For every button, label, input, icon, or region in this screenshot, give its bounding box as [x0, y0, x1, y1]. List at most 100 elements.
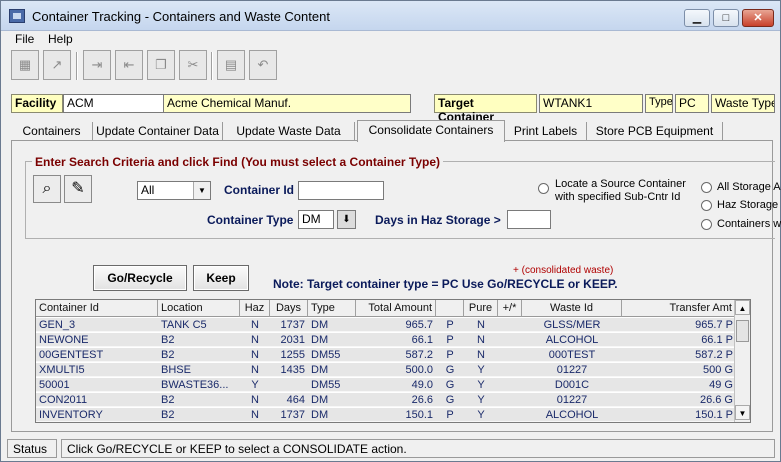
col-transfer-amt-cell: 26.6 G [699, 394, 733, 406]
table-row[interactable]: INVENTORY B2 N 1737 DM 150.1 P Y ALCOHOL 150.1 P [36, 408, 736, 422]
col-pure-cell: Y [477, 409, 485, 421]
col-transfer-amt-header[interactable]: Transfer Amt [622, 300, 736, 317]
close-button[interactable]: ✕ [742, 9, 774, 27]
maximize-button[interactable]: □ [713, 9, 739, 27]
col-container-id-cell: XMULTI5 [39, 364, 85, 376]
days-in-haz-storage-input[interactable] [507, 210, 551, 229]
binoculars-icon[interactable]: ⌕ [33, 175, 61, 203]
col-total-amount-cell: 150.1 [405, 409, 433, 421]
table-row[interactable]: GEN_3 TANK C5 N 1737 DM 965.7 P N GLSS/MER 965.7 … [36, 318, 736, 332]
scroll-up-icon[interactable]: ▲ [735, 300, 750, 315]
haz-storage-radio[interactable] [701, 200, 712, 211]
undo-icon[interactable]: ↶ [249, 50, 277, 80]
cut-icon[interactable]: ✂ [179, 50, 207, 80]
table-row[interactable]: XMULTI5 BHSE N 1435 DM 500.0 G Y 01227 500 G [36, 363, 736, 377]
target-type-note: Note: Target container type = PC Use Go/… [273, 277, 618, 291]
facility-label: Facility [11, 94, 63, 113]
col-days-cell: 1737 [280, 319, 305, 331]
col-days-cell [270, 378, 308, 392]
all-storage-radio[interactable] [701, 182, 712, 193]
form-icon[interactable]: ▤ [217, 50, 245, 80]
source-containers-grid[interactable]: Container Id Location Haz Days Type Total Amo… [35, 299, 751, 423]
toolbar-separator [76, 52, 78, 80]
table-row[interactable]: NEWONE B2 N 2031 DM 66.1 P N ALCOHOL 66.1 P [36, 333, 736, 347]
arrow-icon[interactable]: ↗ [43, 50, 71, 80]
title-bar: Container Tracking - Containers and Wast… [1, 1, 780, 31]
col-waste-id-cell: ALCOHOL [545, 334, 599, 346]
table-row[interactable]: 00GENTEST B2 N 1255 DM55 587.2 P N 000TEST 587.2 … [36, 348, 736, 362]
col-pure-cell: Y [477, 379, 485, 391]
col-total-amount-cell: 965.7 [405, 319, 433, 331]
col-container-id-cell: NEWONE [39, 334, 89, 346]
scroll-thumb[interactable] [736, 320, 749, 342]
type-label: Type [645, 94, 673, 113]
status-message: Click Go/RECYCLE or KEEP to select a CON… [61, 439, 775, 458]
broom-icon[interactable]: ✎ [64, 175, 92, 203]
col-waste-id-cell: 000TEST [548, 349, 596, 361]
col-waste-id-cell: D001C [554, 379, 590, 391]
table-row[interactable]: CON2011 B2 N 464 DM 26.6 G Y 01227 26.6 G [36, 393, 736, 407]
keep-button[interactable]: Keep [193, 265, 249, 291]
days-in-haz-storage-label: Days in Haz Storage > [375, 213, 501, 227]
containers-radio[interactable] [701, 219, 712, 230]
col-haz-cell: N [251, 364, 259, 376]
go-recycle-button[interactable]: Go/Recycle [93, 265, 187, 291]
col-flag-header[interactable]: +/* [498, 300, 522, 317]
col-waste-id-cell: GLSS/MER [543, 319, 601, 331]
col-flag-cell [498, 348, 522, 362]
tab-print-labels[interactable]: Print Labels [505, 122, 587, 141]
menu-help[interactable]: Help [48, 32, 73, 46]
col-haz-header[interactable]: Haz [240, 300, 270, 317]
col-unit-cell: P [446, 349, 454, 361]
window-title: Container Tracking - Containers and Wast… [32, 9, 330, 24]
col-container-id-cell: 00GENTEST [39, 349, 104, 361]
scroll-down-icon[interactable]: ▼ [735, 405, 750, 420]
col-waste-id-header[interactable]: Waste Id [522, 300, 622, 317]
col-pure-header[interactable]: Pure [464, 300, 498, 317]
col-unit-cell: G [445, 394, 455, 406]
col-unit-cell: G [445, 379, 455, 391]
col-haz-cell: N [251, 349, 259, 361]
col-type-cell: DM [311, 409, 329, 421]
table-row[interactable]: 50001 BWASTE36... Y DM55 49.0 G Y D001C 49 G [36, 378, 736, 392]
minimize-button[interactable]: ▁ [684, 9, 710, 27]
col-location-header[interactable]: Location [158, 300, 240, 317]
status-label: Status [7, 439, 57, 458]
container-type-picker-button[interactable]: ⬇ [337, 210, 356, 229]
export-icon[interactable]: ⇤ [115, 50, 143, 80]
col-total-amount-header[interactable]: Total Amount [356, 300, 436, 317]
col-transfer-amt-cell: 587.2 P [695, 349, 733, 361]
col-unit-cell: P [446, 319, 454, 331]
col-unit-cell: G [445, 364, 455, 376]
tab-consolidate-containers[interactable]: Consolidate Containers [357, 120, 505, 142]
container-id-input[interactable] [298, 181, 384, 200]
menu-file[interactable]: File [15, 32, 34, 46]
container-type-input[interactable]: DM [298, 210, 334, 229]
col-location-cell: B2 [161, 334, 175, 346]
col-pure-cell: Y [477, 394, 485, 406]
chevron-down-icon[interactable]: ▼ [193, 182, 210, 199]
copy-icon[interactable]: ❐ [147, 50, 175, 80]
grid-scrollbar[interactable]: ▲ ▼ [734, 300, 750, 422]
col-transfer-amt-cell: 150.1 P [695, 409, 733, 421]
col-location-cell: TANK C5 [161, 319, 207, 331]
app-icon [9, 9, 25, 23]
col-flag-cell [498, 378, 522, 392]
col-total-amount-cell: 26.6 [411, 394, 433, 406]
tab-store-pcb-equipment[interactable]: Store PCB Equipment [587, 122, 723, 141]
tab-update-waste-data[interactable]: Update Waste Data [223, 122, 355, 141]
col-haz-cell: Y [251, 379, 259, 391]
col-unit-header[interactable] [436, 300, 464, 317]
import-icon[interactable]: ⇥ [83, 50, 111, 80]
col-haz-cell: N [251, 319, 259, 331]
locate-source-radio[interactable] [538, 183, 549, 194]
col-type-header[interactable]: Type [308, 300, 356, 317]
filter-select[interactable]: All ▼ [137, 181, 211, 200]
col-container-id-header[interactable]: Container Id [36, 300, 158, 317]
tab-update-container-data[interactable]: Update Container Data [93, 122, 223, 141]
facility-code-field[interactable]: ACM [63, 94, 165, 113]
tab-containers[interactable]: Containers [11, 122, 93, 141]
col-type-cell: DM [311, 364, 329, 376]
col-days-header[interactable]: Days [270, 300, 308, 317]
folder-grid-icon[interactable]: ▦ [11, 50, 39, 80]
